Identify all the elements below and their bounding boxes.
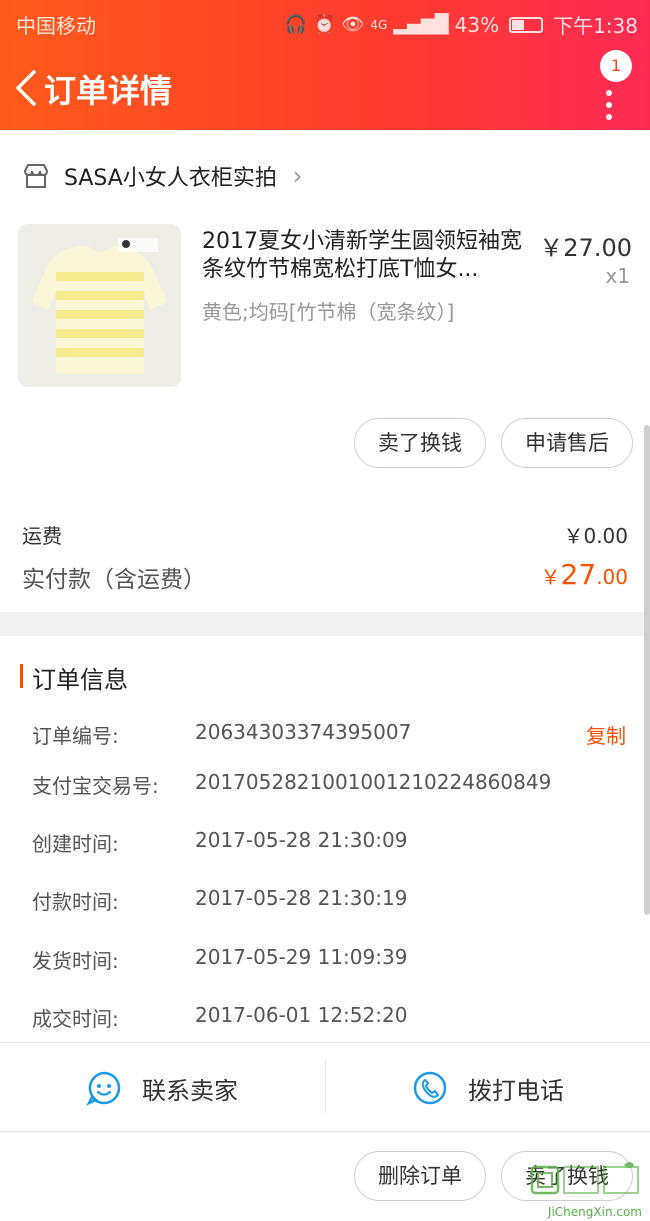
shipping-value: ￥0.00 (563, 524, 628, 548)
phone-icon (413, 1071, 447, 1105)
chat-bubble-icon (86, 1071, 121, 1106)
shipping-label: 运费 (22, 524, 62, 548)
product-sku: 黄色;均码[竹节棉（宽条纹）] (202, 300, 455, 324)
paid-decimal: .00 (596, 565, 628, 589)
nav-bar: 订单详情 1 (0, 44, 650, 130)
contact-divider (325, 1061, 326, 1113)
chevron-right-icon: › (292, 162, 303, 190)
scrollbar[interactable] (644, 425, 650, 915)
carrier-label: 中国移动 (16, 14, 96, 38)
created-time-label: 创建时间: (32, 832, 119, 856)
status-icons: 🎧 ⏰ 👁 4G ▂▄▆█ 43% 下午1:38 (285, 10, 638, 39)
watermark-text: JiChengXin.com (547, 1205, 642, 1219)
contact-seller-button[interactable]: 联系卖家 (86, 1043, 238, 1133)
paid-integer: 27 (560, 558, 597, 591)
after-sale-button[interactable]: 申请售后 (501, 418, 633, 468)
alipay-trade-label: 支付宝交易号: (32, 774, 159, 798)
back-arrow-icon[interactable] (12, 68, 42, 108)
product-price: ￥27.00 (539, 234, 632, 262)
order-number-value: 20634303374395007 (195, 720, 412, 744)
paid-currency: ￥ (540, 565, 561, 589)
delete-order-button[interactable]: 删除订单 (354, 1151, 486, 1201)
completed-time-label: 成交时间: (32, 1007, 119, 1031)
signal-icon: ▂▄▆█ (393, 14, 449, 35)
paid-label: 实付款（含运费） (22, 567, 206, 593)
alarm-icon: ⏰ (313, 14, 336, 35)
paid-amount: ￥27.00 (541, 558, 628, 591)
app-header: 中国移动 🎧 ⏰ 👁 4G ▂▄▆█ 43% 下午1:38 订单详情 1 (0, 0, 650, 130)
page-title: 订单详情 (44, 72, 173, 110)
contact-seller-label: 联系卖家 (142, 1076, 238, 1105)
shipped-time-value: 2017-05-29 11:09:39 (195, 945, 408, 969)
order-info-title: 订单信息 (32, 666, 128, 694)
product-title[interactable]: 2017夏女小清新学生圆领短袖宽条纹竹节棉宽松打底T恤女... (202, 228, 522, 284)
created-time-value: 2017-05-28 21:30:09 (195, 828, 408, 852)
contact-bar: 联系卖家 拨打电话 (0, 1042, 650, 1132)
battery-percent: 43% (454, 12, 500, 37)
shop-row[interactable]: SASA小女人衣柜实拍 › (22, 162, 303, 191)
shop-name: SASA小女人衣柜实拍 (64, 166, 277, 191)
network-type-label: 4G (370, 17, 388, 32)
headphone-icon: 🎧 (284, 14, 308, 35)
eye-icon: 👁 (341, 14, 365, 35)
section-accent-bar (20, 664, 23, 688)
call-phone-label: 拨打电话 (468, 1076, 564, 1105)
paid-time-label: 付款时间: (32, 890, 119, 914)
paid-time-value: 2017-05-28 21:30:19 (195, 886, 408, 910)
clock-label: 下午1:38 (553, 14, 638, 38)
copy-button[interactable]: 复制 (586, 720, 626, 749)
shop-icon (23, 164, 49, 188)
product-thumbnail[interactable] (18, 224, 181, 387)
message-badge[interactable]: 1 (600, 50, 632, 82)
alipay-trade-value: 2017052821001001210224860849 (195, 770, 552, 794)
completed-time-value: 2017-06-01 12:52:20 (195, 1003, 408, 1027)
call-phone-button[interactable]: 拨打电话 (412, 1043, 564, 1133)
shipped-time-label: 发货时间: (32, 949, 119, 973)
resell-button[interactable]: 卖了换钱 (354, 418, 486, 468)
status-bar: 中国移动 🎧 ⏰ 👁 4G ▂▄▆█ 43% 下午1:38 (0, 0, 650, 44)
battery-icon (509, 16, 544, 33)
order-number-label: 订单编号: (32, 724, 119, 748)
more-menu-icon[interactable] (606, 90, 612, 126)
product-quantity: x1 (605, 264, 630, 288)
